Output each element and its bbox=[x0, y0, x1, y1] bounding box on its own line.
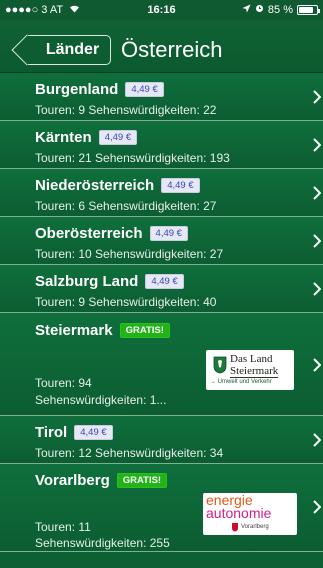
list-item-title: Vorarlberg GRATIS! bbox=[35, 472, 168, 489]
free-badge: GRATIS! bbox=[119, 323, 170, 338]
battery-icon bbox=[297, 5, 320, 15]
price-badge: 4,49 € bbox=[74, 425, 113, 440]
logo-text-2: Steiermark bbox=[230, 365, 279, 378]
price-badge: 4,49 € bbox=[98, 130, 138, 145]
price-badge: 4,49 € bbox=[161, 178, 200, 193]
chevron-right-icon bbox=[313, 282, 321, 296]
chevron-right-icon bbox=[313, 500, 321, 514]
list-item-subtitle: Touren: 6 Sehenswürdigkeiten: 27 bbox=[35, 199, 217, 213]
list-item-oberoesterreich[interactable]: Oberösterreich 4,49 € Touren: 10 Sehenswü… bbox=[0, 217, 323, 265]
list-item-title: Burgenland 4,49 € bbox=[35, 81, 164, 98]
navigation-bar: Länder Österreich bbox=[0, 20, 323, 73]
region-list: Burgenland 4,49 € Touren: 9 Sehenswürdigk… bbox=[0, 73, 323, 552]
energieautonomie-logo: energie autonomie Vorarlberg bbox=[203, 493, 297, 535]
free-badge: GRATIS! bbox=[116, 473, 168, 488]
list-item-title: Steiermark GRATIS! bbox=[35, 322, 170, 339]
list-item-title: Niederösterreich 4,49 € bbox=[35, 177, 200, 194]
chevron-right-icon bbox=[313, 138, 321, 152]
logo-text-2: autonomie bbox=[206, 505, 272, 521]
logo-text-3: Vorarlberg bbox=[241, 524, 269, 530]
list-item-kaernten[interactable]: Kärnten 4,49 € Touren: 21 Sehenswürdigkei… bbox=[0, 121, 323, 169]
list-item-sights: Sehenswürdigkeiten: 255 bbox=[35, 536, 170, 550]
chevron-right-icon bbox=[313, 358, 321, 372]
chevron-right-icon bbox=[313, 90, 321, 104]
price-badge: 4,49 € bbox=[145, 274, 184, 289]
item-name: Tirol bbox=[35, 424, 68, 441]
battery-fill bbox=[299, 7, 314, 13]
item-name: Burgenland bbox=[35, 81, 119, 98]
page-title: Österreich bbox=[121, 37, 223, 62]
coat-of-arms-icon bbox=[232, 523, 238, 532]
battery-percent: 85 % bbox=[267, 4, 293, 16]
location-arrow-icon bbox=[242, 0, 251, 20]
back-button[interactable]: Länder bbox=[27, 35, 111, 65]
list-item-subtitle: Touren: 9 Sehenswürdigkeiten: 40 bbox=[35, 295, 217, 309]
item-name: Steiermark bbox=[35, 322, 113, 339]
item-name: Niederösterreich bbox=[35, 177, 155, 194]
steiermark-logo: Das Land Steiermark → Umwelt und Verkehr bbox=[206, 350, 294, 390]
list-item-subtitle: Touren: 12 Sehenswürdigkeiten: 34 bbox=[35, 446, 224, 460]
logo-text-1: Das Land bbox=[230, 353, 273, 365]
item-name: Vorarlberg bbox=[35, 472, 110, 489]
coat-of-arms-icon bbox=[213, 356, 227, 374]
list-item-salzburg[interactable]: Salzburg Land 4,49 € Touren: 9 Sehenswürd… bbox=[0, 265, 323, 313]
list-item-vorarlberg[interactable]: Vorarlberg GRATIS! Touren: 11 Sehenswürdi… bbox=[0, 464, 323, 552]
list-item-burgenland[interactable]: Burgenland 4,49 € Touren: 9 Sehenswürdigk… bbox=[0, 73, 323, 121]
list-item-tours: Touren: 94 bbox=[35, 376, 92, 390]
list-item-tours: Touren: 11 bbox=[35, 520, 91, 534]
chevron-right-icon bbox=[313, 186, 321, 200]
price-badge: 4,49 € bbox=[149, 226, 188, 241]
item-name: Oberösterreich bbox=[35, 225, 143, 242]
list-item-subtitle: Touren: 10 Sehenswürdigkeiten: 27 bbox=[35, 247, 224, 261]
item-name: Salzburg Land bbox=[35, 273, 139, 290]
status-bar: ●●●●○ 3 AT 16:16 85 % bbox=[0, 0, 323, 20]
list-item-title: Tirol 4,49 € bbox=[35, 424, 113, 441]
list-item-subtitle: Touren: 21 Sehenswürdigkeiten: 193 bbox=[35, 151, 230, 165]
chevron-right-icon bbox=[313, 234, 321, 248]
list-item-title: Oberösterreich 4,49 € bbox=[35, 225, 188, 242]
list-item-sights: Sehenswürdigkeiten: 1... bbox=[35, 393, 167, 407]
logo-text-3: → Umwelt und Verkehr bbox=[210, 379, 272, 385]
list-item-title: Salzburg Land 4,49 € bbox=[35, 273, 184, 290]
list-item-subtitle: Touren: 9 Sehenswürdigkeiten: 22 bbox=[35, 103, 217, 117]
list-item-niederoesterreich[interactable]: Niederösterreich 4,49 € Touren: 6 Sehensw… bbox=[0, 169, 323, 217]
list-item-tirol[interactable]: Tirol 4,49 € Touren: 12 Sehenswürdigkeite… bbox=[0, 416, 323, 464]
chevron-right-icon bbox=[313, 433, 321, 447]
list-item-title: Kärnten 4,49 € bbox=[35, 129, 138, 146]
price-badge: 4,49 € bbox=[125, 82, 164, 97]
back-button-label: Länder bbox=[45, 41, 100, 58]
status-right: 85 % bbox=[242, 0, 320, 20]
alarm-icon bbox=[255, 0, 264, 20]
item-name: Kärnten bbox=[35, 129, 92, 146]
list-item-steiermark[interactable]: Steiermark GRATIS! Touren: 94 Sehenswürdi… bbox=[0, 313, 323, 416]
